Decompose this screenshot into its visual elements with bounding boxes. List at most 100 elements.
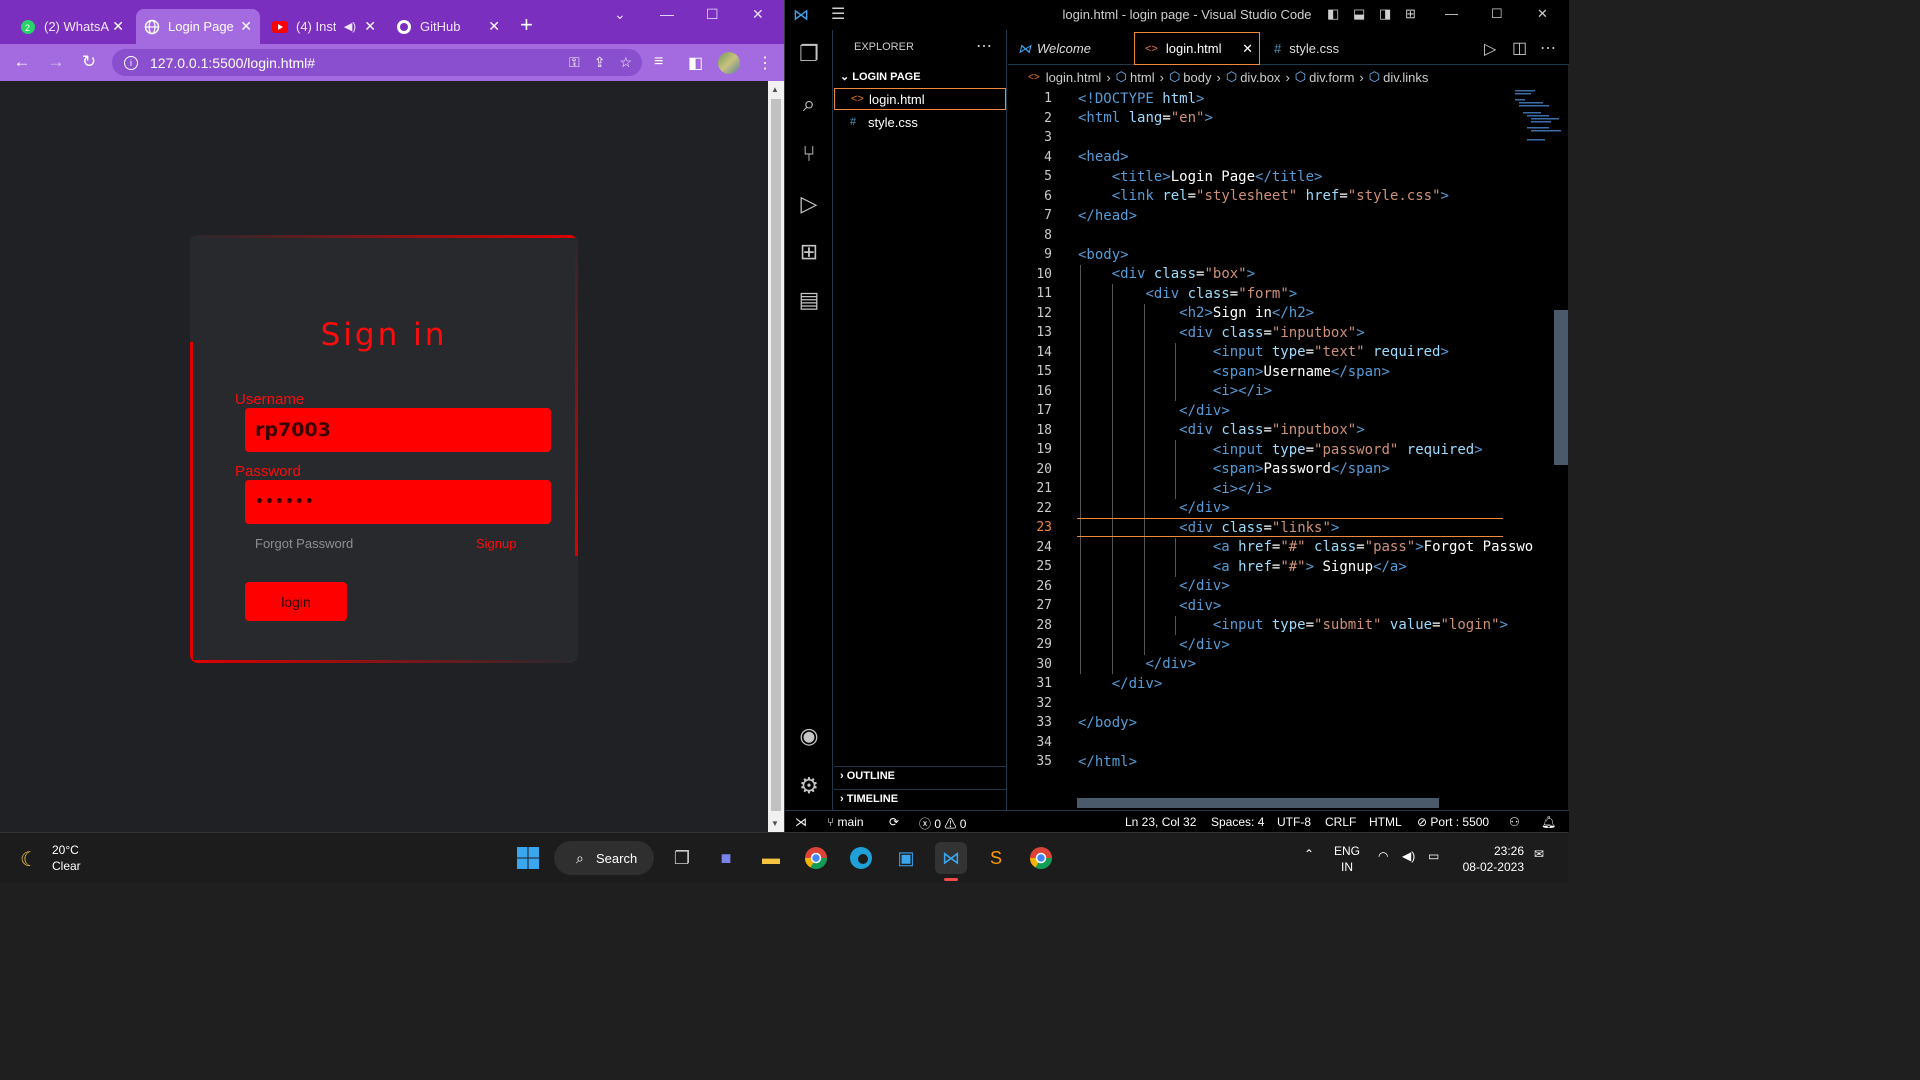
scroll-down-icon[interactable]: ▼ xyxy=(771,819,779,828)
accounts-icon[interactable]: ⚇ xyxy=(1509,815,1520,829)
code-line[interactable]: 4 <head> xyxy=(1008,148,1528,168)
close-icon[interactable]: ✕ xyxy=(112,18,124,35)
code-line[interactable]: 27 <div> xyxy=(1008,596,1528,616)
tab-welcome[interactable]: ⋈ Welcome xyxy=(1008,32,1130,65)
maximize-button[interactable]: ☐ xyxy=(1491,6,1503,22)
layout-right-icon[interactable]: ◨ xyxy=(1379,6,1391,22)
encoding[interactable]: UTF-8 xyxy=(1277,815,1311,829)
code-line[interactable]: 32 xyxy=(1008,694,1528,714)
code-line[interactable]: 10 <div class="box"> xyxy=(1008,265,1528,285)
remote-explorer-icon[interactable]: ▤ xyxy=(795,286,823,314)
code-line[interactable]: 23 <div class="links"> xyxy=(1008,518,1528,538)
search-icon[interactable]: ⌕ xyxy=(795,90,823,118)
code-line[interactable]: 11 <div class="form"> xyxy=(1008,284,1528,304)
breadcrumb-item[interactable]: html xyxy=(1130,70,1155,85)
store-icon[interactable]: ▣ xyxy=(890,842,922,874)
tab-login-html[interactable]: <> login.html ✕ xyxy=(1134,32,1260,65)
sync-icon[interactable]: ⟳ xyxy=(889,815,899,829)
password-field[interactable]: •••••• xyxy=(245,480,551,524)
close-icon[interactable]: ✕ xyxy=(1242,41,1253,57)
star-icon[interactable]: ☆ xyxy=(619,54,632,71)
live-server-status[interactable]: ⊘ Port : 5500 xyxy=(1417,815,1489,829)
avatar[interactable] xyxy=(718,52,740,74)
language-mode[interactable]: HTML xyxy=(1369,815,1402,829)
windows-start-icon[interactable] xyxy=(512,842,544,874)
scrollbar-thumb[interactable] xyxy=(771,99,781,811)
timeline-section[interactable]: › TIMELINE xyxy=(840,793,898,805)
edge-icon[interactable] xyxy=(845,842,877,874)
split-editor-icon[interactable]: ◫ xyxy=(1512,38,1527,58)
outline-section[interactable]: › OUTLINE xyxy=(840,770,895,782)
more-icon[interactable]: ⋯ xyxy=(976,36,992,56)
signup-link[interactable]: Signup xyxy=(476,536,516,551)
code-line[interactable]: 22 </div> xyxy=(1008,499,1528,519)
minimize-button[interactable]: — xyxy=(660,6,674,22)
indentation[interactable]: Spaces: 4 xyxy=(1211,815,1264,829)
run-icon[interactable]: ▷ xyxy=(1484,39,1496,59)
account-icon[interactable]: ◉ xyxy=(795,722,823,750)
remote-icon[interactable]: ⋊ xyxy=(795,815,807,829)
code-line[interactable]: 16 <i></i> xyxy=(1008,382,1528,402)
layout-panel-icon[interactable]: ⬓ xyxy=(1353,6,1365,22)
close-icon[interactable]: ✕ xyxy=(488,18,500,35)
breadcrumb-item[interactable]: div.box xyxy=(1240,70,1280,85)
line-ending[interactable]: CRLF xyxy=(1325,815,1356,829)
back-button[interactable]: ← xyxy=(12,52,32,72)
code-line[interactable]: 15 <span>Username</span> xyxy=(1008,362,1528,382)
volume-icon[interactable]: ◀) xyxy=(1402,849,1415,863)
code-line[interactable]: 20 <span>Password</span> xyxy=(1008,460,1528,480)
code-line[interactable]: 3 xyxy=(1008,128,1528,148)
code-line[interactable]: 9 <body> xyxy=(1008,245,1528,265)
cursor-position[interactable]: Ln 23, Col 32 xyxy=(1125,815,1196,829)
sublime-text-icon[interactable]: S xyxy=(980,842,1012,874)
scroll-up-icon[interactable]: ▲ xyxy=(771,85,779,94)
reload-button[interactable]: ↻ xyxy=(79,52,99,72)
files-icon[interactable]: ❐ xyxy=(795,40,823,68)
chrome-profile-icon[interactable] xyxy=(1025,842,1057,874)
more-icon[interactable]: ⋯ xyxy=(1540,38,1556,58)
code-line[interactable]: 2 <html lang="en"> xyxy=(1008,109,1528,129)
breadcrumb-item[interactable]: body xyxy=(1183,70,1211,85)
menu-icon[interactable]: ⋮ xyxy=(757,53,773,73)
taskbar-search[interactable]: ⌕ Search xyxy=(554,841,654,875)
close-icon[interactable]: ✕ xyxy=(240,18,252,35)
code-line[interactable]: 28 <input type="submit" value="login"> xyxy=(1008,616,1528,636)
task-view-icon[interactable]: ❐ xyxy=(666,842,698,874)
code-line[interactable]: 29 </div> xyxy=(1008,635,1528,655)
editor-vertical-scrollbar[interactable] xyxy=(1554,310,1568,465)
chrome-icon[interactable] xyxy=(800,842,832,874)
breadcrumb-item[interactable]: div.form xyxy=(1309,70,1354,85)
code-line[interactable]: 8 xyxy=(1008,226,1528,246)
tab-youtube[interactable]: (4) Inst ◀) ✕ xyxy=(264,9,384,44)
code-editor[interactable]: 1 <!DOCTYPE html> 2 <html lang="en"> 3 4 <head… xyxy=(1008,88,1569,800)
file-style-css[interactable]: # style.css xyxy=(834,111,1006,133)
folder-header[interactable]: ⌄ LOGIN PAGE xyxy=(840,70,921,83)
code-line[interactable]: 5 <title>Login Page</title> xyxy=(1008,167,1528,187)
maximize-button[interactable]: ☐ xyxy=(706,6,719,23)
code-line[interactable]: 13 <div class="inputbox"> xyxy=(1008,323,1528,343)
problems-status[interactable]: ⓧ 0 ⚠ 0 xyxy=(919,815,966,832)
close-window-button[interactable]: ✕ xyxy=(1537,6,1548,22)
code-line[interactable]: 1 <!DOCTYPE html> xyxy=(1008,89,1528,109)
new-tab-button[interactable]: + xyxy=(520,12,533,38)
code-line[interactable]: 35 </html> xyxy=(1008,752,1528,772)
gear-icon[interactable]: ⚙ xyxy=(795,772,823,800)
code-line[interactable]: 21 <i></i> xyxy=(1008,479,1528,499)
code-line[interactable]: 19 <input type="password" required> xyxy=(1008,440,1528,460)
run-debug-icon[interactable]: ▷ xyxy=(795,190,823,218)
tab-github[interactable]: GitHub ✕ xyxy=(388,9,508,44)
code-line[interactable]: 18 <div class="inputbox"> xyxy=(1008,421,1528,441)
code-line[interactable]: 7 </head> xyxy=(1008,206,1528,226)
close-window-button[interactable]: ✕ xyxy=(752,6,764,23)
breadcrumb-item[interactable]: div.links xyxy=(1383,70,1428,85)
minimize-button[interactable]: — xyxy=(1445,6,1458,21)
notification-icon[interactable]: ✉ xyxy=(1534,847,1544,861)
info-icon[interactable]: i xyxy=(124,55,138,70)
file-explorer-icon[interactable]: ▬ xyxy=(755,842,787,874)
forgot-password-link[interactable]: Forgot Password xyxy=(255,536,353,551)
vscode-taskbar-icon[interactable]: ⋈ xyxy=(935,842,967,874)
breadcrumb-item[interactable]: login.html xyxy=(1046,70,1102,85)
battery-icon[interactable]: ▭ xyxy=(1428,849,1439,863)
code-line[interactable]: 26 </div> xyxy=(1008,577,1528,597)
chevron-up-icon[interactable]: ⌃ xyxy=(1304,847,1314,861)
